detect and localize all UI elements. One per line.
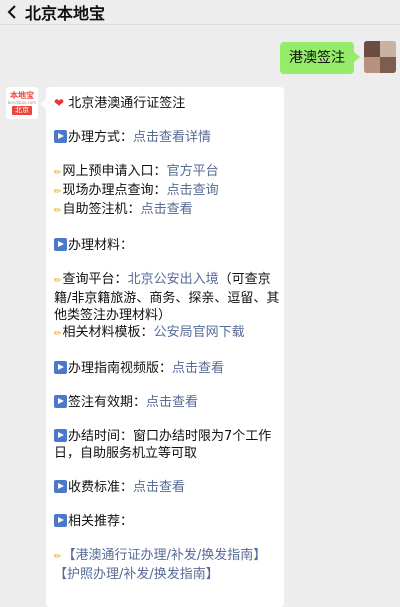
related-link-1[interactable]: 【港澳通行证办理/补发/换发指南】 <box>63 548 267 563</box>
kiosk-label: 自助签注机： <box>62 202 141 217</box>
video-label: 办理指南视频版： <box>68 361 173 376</box>
time-label: 办结时间： <box>68 429 134 444</box>
pencil-icon: ✏ <box>54 168 62 178</box>
play-icon <box>54 130 67 143</box>
incoming-bubble: ❤ 北京港澳通行证签注 办理方式：点击查看详情 ✏网上预申请入口：官方平台 ✏现… <box>40 87 284 607</box>
heart-icon: ❤ <box>54 96 65 110</box>
pencil-icon: ✏ <box>54 206 62 216</box>
materials-label: 办理材料： <box>68 238 134 253</box>
query-link[interactable]: 北京公安出入境 <box>128 272 219 287</box>
fee-link[interactable]: 点击查看 <box>133 480 185 495</box>
logo-top-text: 本地宝 <box>10 91 34 100</box>
video-link[interactable]: 点击查看 <box>172 361 224 376</box>
related-link-2[interactable]: 【护照办理/补发/换发指南】 <box>54 567 219 582</box>
pencil-icon: ✏ <box>54 187 62 197</box>
play-icon <box>54 429 67 442</box>
related-label: 相关推荐： <box>68 514 134 529</box>
play-icon <box>54 361 67 374</box>
play-icon <box>54 480 67 493</box>
template-label: 相关材料模板： <box>62 325 154 340</box>
validity-link[interactable]: 点击查看 <box>146 395 198 410</box>
query-label: 查询平台： <box>62 272 128 287</box>
top-bar: 北京本地宝 <box>0 0 400 25</box>
pencil-icon: ✏ <box>54 552 62 562</box>
play-icon <box>54 514 67 527</box>
play-icon <box>54 395 67 408</box>
user-avatar[interactable] <box>364 41 396 73</box>
fee-label: 收费标准： <box>68 480 134 495</box>
logo-city-text: 北京 <box>12 106 32 115</box>
logo-domain-text: bendibao.com <box>7 100 37 105</box>
chat-title: 北京本地宝 <box>25 4 106 23</box>
outgoing-bubble[interactable]: 港澳签注 <box>280 42 360 74</box>
site-link[interactable]: 点击查询 <box>167 183 219 198</box>
bot-avatar[interactable]: 本地宝 bendibao.com 北京 <box>6 87 38 119</box>
online-label: 网上预申请入口： <box>62 164 167 179</box>
outgoing-message: 港澳签注 <box>280 41 396 74</box>
pencil-icon: ✏ <box>54 276 62 286</box>
online-link[interactable]: 官方平台 <box>167 164 219 179</box>
play-icon <box>54 238 67 251</box>
handle-link[interactable]: 点击查看详情 <box>133 130 211 145</box>
kiosk-link[interactable]: 点击查看 <box>141 202 193 217</box>
pencil-icon: ✏ <box>54 329 62 339</box>
back-arrow-icon[interactable] <box>0 0 24 24</box>
handle-label: 办理方式： <box>68 130 134 145</box>
validity-label: 签注有效期： <box>68 395 147 410</box>
site-label: 现场办理点查询： <box>62 183 167 198</box>
template-link[interactable]: 公安局官网下载 <box>154 325 245 340</box>
reply-heading: 北京港澳通行证签注 <box>68 96 186 111</box>
